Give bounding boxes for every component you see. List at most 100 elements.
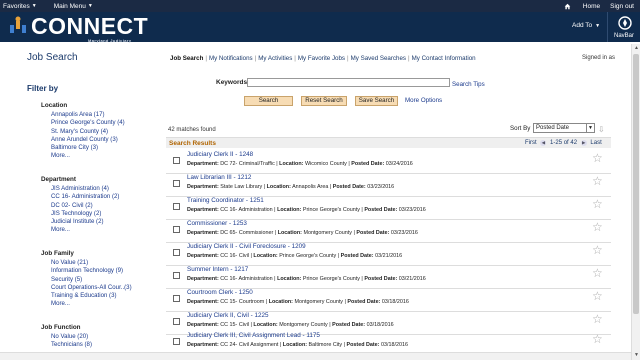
loc-value: Montgomery County xyxy=(279,322,328,328)
loc-value: Prince George's County xyxy=(302,207,360,213)
filter-option[interactable]: Annapolis Area (17) xyxy=(41,111,125,119)
section-tabs: Job Search | My Notifications | My Activitie… xyxy=(170,55,476,62)
job-title-link[interactable]: Commissioner - 1253 xyxy=(187,220,247,227)
loc-label: Location: xyxy=(277,230,302,236)
tab-separator: | xyxy=(294,55,296,62)
pager-last-link[interactable]: Last xyxy=(590,140,601,146)
filter-option[interactable]: No Value (21) xyxy=(41,259,132,267)
horizontal-scrollbar[interactable] xyxy=(0,352,631,360)
filter-option[interactable]: Training & Education (3) xyxy=(41,292,132,300)
signed-in-text: Signed in as xyxy=(582,55,616,61)
sort-direction-icon[interactable]: ⇩ xyxy=(598,125,605,134)
scales-logo-icon xyxy=(10,16,26,33)
filter-option[interactable]: Information Technology (9) xyxy=(41,267,132,275)
posted-label: Posted Date: xyxy=(332,184,366,190)
reset-search-button[interactable]: Reset Search xyxy=(301,96,347,106)
filter-option[interactable]: Prince George's County (4) xyxy=(41,119,125,127)
favorite-star-icon[interactable]: ☆ xyxy=(592,244,603,256)
app-header: CONNECT Maryland Judiciary Add To ▼ NavBa… xyxy=(0,12,640,43)
filter-option[interactable]: No Value (20) xyxy=(41,333,92,341)
tab-my-activities[interactable]: My Activities xyxy=(258,55,292,62)
favorite-star-icon[interactable]: ☆ xyxy=(592,198,603,210)
main-menu-label: Main Menu xyxy=(53,2,86,10)
select-checkbox[interactable] xyxy=(173,157,180,164)
filter-more-link[interactable]: More... xyxy=(41,152,125,160)
search-tips-link[interactable]: Search Tips xyxy=(452,81,485,88)
more-options-link[interactable]: More Options xyxy=(405,97,442,104)
dept-value: CC 16- Administration xyxy=(220,207,273,213)
home-link[interactable]: Home xyxy=(564,3,600,10)
select-checkbox[interactable] xyxy=(173,318,180,325)
scroll-up-icon[interactable]: ▲ xyxy=(632,44,640,53)
filter-more-link[interactable]: More... xyxy=(41,300,132,308)
select-checkbox[interactable] xyxy=(173,249,180,256)
job-title-link[interactable]: Training Coordinator - 1251 xyxy=(187,197,264,204)
favorites-menu[interactable]: Favorites ▼ xyxy=(0,3,51,10)
filter-option[interactable]: CC 16- Administration (2) xyxy=(41,193,119,201)
scroll-thumb[interactable] xyxy=(633,54,639,314)
job-title-link[interactable]: Judiciary Clerk III, Civil Assignment Le… xyxy=(187,332,320,339)
favorite-star-icon[interactable]: ☆ xyxy=(592,267,603,279)
sort-select[interactable]: Posted Date ▼ xyxy=(533,123,595,133)
filter-option[interactable]: Court Operations-All Cour..(3) xyxy=(41,284,132,292)
vertical-scrollbar[interactable]: ▲ ▼ xyxy=(631,44,640,360)
select-checkbox[interactable] xyxy=(173,295,180,302)
job-meta: Department: CC 15- Courtroom | Location:… xyxy=(187,299,409,305)
tab-my-notifications[interactable]: My Notifications xyxy=(209,55,253,62)
favorite-star-icon[interactable]: ☆ xyxy=(592,333,603,345)
scroll-down-icon[interactable]: ▼ xyxy=(632,351,640,360)
connect-logo[interactable]: CONNECT xyxy=(8,14,148,38)
job-title-link[interactable]: Summer Intern - 1217 xyxy=(187,266,248,273)
select-checkbox[interactable] xyxy=(173,272,180,279)
filter-option[interactable]: Anne Arundel County (3) xyxy=(41,136,125,144)
add-to-menu[interactable]: Add To ▼ xyxy=(572,22,600,29)
job-title-link[interactable]: Judiciary Clerk II - 1248 xyxy=(187,151,253,158)
search-button[interactable]: Search xyxy=(244,96,293,106)
favorite-star-icon[interactable]: ☆ xyxy=(592,221,603,233)
favorite-star-icon[interactable]: ☆ xyxy=(592,175,603,187)
select-checkbox[interactable] xyxy=(173,338,180,345)
job-meta: Department: DC 72- Criminal/Traffic | Lo… xyxy=(187,161,413,167)
navbar-button[interactable]: NavBar xyxy=(607,12,640,42)
filter-option[interactable]: Baltimore City (3) xyxy=(41,144,125,152)
select-checkbox[interactable] xyxy=(173,226,180,233)
filter-option[interactable]: Security (5) xyxy=(41,276,132,284)
tab-my-saved-searches[interactable]: My Saved Searches xyxy=(351,55,406,62)
job-title-link[interactable]: Judiciary Clerk II - Civil Foreclosure -… xyxy=(187,243,306,250)
filter-heading: Job Function xyxy=(41,324,81,331)
job-title-link[interactable]: Law Librarian III - 1212 xyxy=(187,174,251,181)
favorite-star-icon[interactable]: ☆ xyxy=(592,313,603,325)
filter-option[interactable]: DC 02- Civil (2) xyxy=(41,202,119,210)
filter-option[interactable]: JIS Technology (2) xyxy=(41,210,119,218)
filter-option[interactable]: St. Mary's County (4) xyxy=(41,128,125,136)
next-page-icon[interactable]: ▶ xyxy=(580,140,587,146)
keywords-input[interactable] xyxy=(247,78,450,87)
sign-out-link[interactable]: Sign out xyxy=(610,3,634,10)
tab-job-search[interactable]: Job Search xyxy=(170,55,203,62)
filter-more-link[interactable]: More... xyxy=(41,226,119,234)
favorite-star-icon[interactable]: ☆ xyxy=(592,152,603,164)
select-checkbox[interactable] xyxy=(173,180,180,187)
tab-my-favorite-jobs[interactable]: My Favorite Jobs xyxy=(298,55,345,62)
caret-down-icon: ▼ xyxy=(87,3,93,9)
main-menu[interactable]: Main Menu ▼ xyxy=(51,3,107,10)
dept-value: CC 15- Courtroom xyxy=(220,299,265,305)
favorite-star-icon[interactable]: ☆ xyxy=(592,290,603,302)
job-title-link[interactable]: Courtroom Clerk - 1250 xyxy=(187,289,253,296)
filter-option[interactable]: Technicians (8) xyxy=(41,341,92,349)
prev-page-icon[interactable]: ◀ xyxy=(540,140,547,146)
posted-value: 03/23/2016 xyxy=(398,207,426,213)
dept-value: CC 24- Civil Assignment xyxy=(220,342,279,348)
job-title-link[interactable]: Judiciary Clerk II, Civil - 1225 xyxy=(187,312,269,319)
filter-option[interactable]: JIS Administration (4) xyxy=(41,185,119,193)
save-search-button[interactable]: Save Search xyxy=(355,96,398,106)
dept-value: State Law Library xyxy=(220,184,263,190)
posted-label: Posted Date: xyxy=(347,299,381,305)
posted-value: 03/21/2016 xyxy=(398,276,426,282)
tab-my-contact-information[interactable]: My Contact Information xyxy=(412,55,476,62)
filter-option[interactable]: Judicial Institute (2) xyxy=(41,218,119,226)
sort-select-value: Posted Date xyxy=(536,125,570,131)
pager-range: 1-25 of 42 xyxy=(550,140,578,146)
select-checkbox[interactable] xyxy=(173,203,180,210)
pager-first-link[interactable]: First xyxy=(525,140,537,146)
